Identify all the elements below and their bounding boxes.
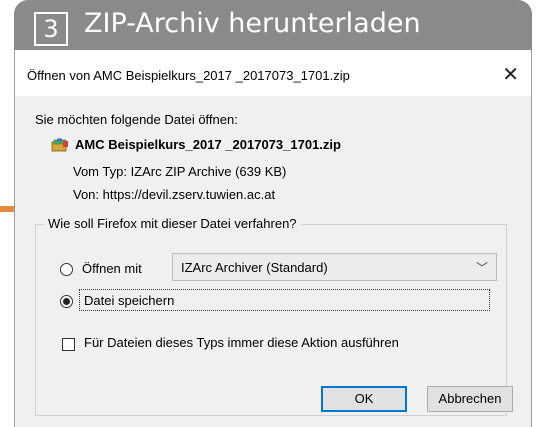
banner-title: ZIP-Archiv herunterladen (84, 8, 421, 39)
always-action-checkbox[interactable] (62, 338, 75, 351)
file-type: Vom Typ: IZArc ZIP Archive (639 KB) (73, 164, 287, 179)
save-file-focus[interactable]: Datei speichern (79, 289, 490, 311)
cancel-button[interactable]: Abbrechen (427, 386, 513, 412)
ok-button[interactable]: OK (321, 386, 407, 412)
pointer-marker (0, 206, 14, 212)
application-select[interactable]: IZArc Archiver (Standard) ﹀ (172, 253, 497, 281)
dialog-content: Sie möchten folgende Datei öffnen: AMC B… (15, 96, 531, 427)
application-select-value: IZArc Archiver (Standard) (181, 260, 328, 275)
close-icon[interactable]: ✕ (502, 62, 519, 86)
save-file-label: Datei speichern (84, 293, 175, 308)
step-banner: 3 ZIP-Archiv herunterladen (14, 0, 532, 50)
archive-icon (51, 138, 68, 152)
dialog-titlebar: Öffnen von AMC Beispielkurs_2017 _201707… (15, 50, 531, 96)
file-name: AMC Beispielkurs_2017 _2017073_1701.zip (75, 137, 341, 152)
step-number: 3 (34, 12, 68, 46)
open-with-label[interactable]: Öffnen mit (82, 261, 142, 276)
download-dialog: Öffnen von AMC Beispielkurs_2017 _201707… (14, 50, 532, 427)
save-file-radio[interactable] (60, 295, 73, 308)
chevron-down-icon: ﹀ (475, 261, 488, 275)
action-group-legend: Wie soll Firefox mit dieser Datei verfah… (44, 216, 301, 231)
open-with-radio[interactable] (60, 263, 73, 276)
file-source: Von: https://devil.zserv.tuwien.ac.at (73, 187, 276, 202)
open-prompt: Sie möchten folgende Datei öffnen: (35, 112, 238, 127)
always-action-label[interactable]: Für Dateien dieses Typs immer diese Akti… (84, 335, 399, 350)
dialog-title: Öffnen von AMC Beispielkurs_2017 _201707… (27, 68, 350, 83)
